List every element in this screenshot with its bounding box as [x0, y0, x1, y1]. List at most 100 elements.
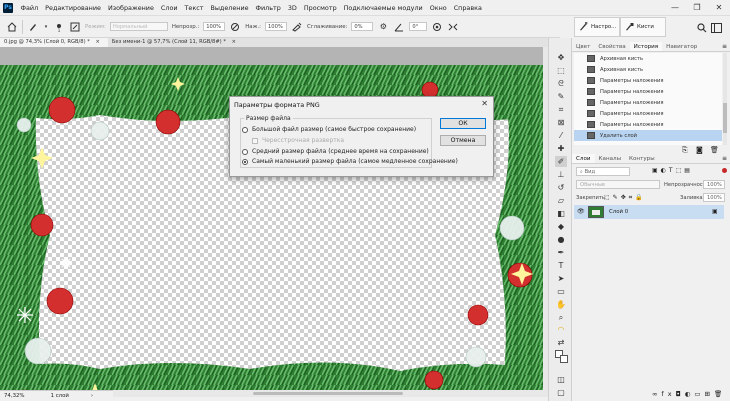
layer-name[interactable]: Слой 0: [609, 209, 628, 215]
history-item[interactable]: Архивная кисть: [574, 64, 722, 75]
search-icon[interactable]: [697, 23, 707, 33]
menu-window[interactable]: Окно: [426, 4, 450, 12]
hand-tool-icon[interactable]: ✋: [555, 299, 567, 310]
menu-edit[interactable]: Редактирование: [42, 4, 105, 12]
blend-mode-select[interactable]: Обычные: [576, 180, 660, 189]
brush-tool-icon[interactable]: ✐: [555, 156, 567, 167]
brushes-panel-button[interactable]: Кисти: [620, 17, 666, 37]
lock-all-icon[interactable]: 🔒: [635, 194, 645, 201]
marquee-tool-icon[interactable]: ⬚: [555, 65, 567, 76]
zoom-tool-icon[interactable]: ⌕: [555, 312, 567, 323]
visibility-eye-icon[interactable]: 👁: [577, 208, 585, 215]
cancel-button[interactable]: Отмена: [440, 135, 486, 146]
scroll-thumb[interactable]: [253, 392, 403, 395]
history-item[interactable]: Параметры наложения: [574, 108, 722, 119]
tab-paths[interactable]: Контуры: [625, 154, 659, 163]
history-item[interactable]: Параметры наложения: [574, 86, 722, 97]
medium-file-radio[interactable]: Средний размер файла (среднее время на с…: [242, 148, 429, 155]
history-item[interactable]: Параметры наложения: [574, 97, 722, 108]
move-tool-icon[interactable]: ✥: [555, 52, 567, 63]
status-menu-arrow[interactable]: ›: [87, 393, 97, 399]
adjustment-filter-icon[interactable]: ◐: [661, 167, 669, 174]
radio-label[interactable]: Большой файл размер (самое быстрое сохра…: [252, 126, 416, 133]
background-color-swatch[interactable]: [560, 355, 568, 363]
menu-select[interactable]: Выделение: [207, 4, 252, 12]
airbrush-icon[interactable]: [291, 21, 303, 33]
history-item[interactable]: Параметры наложения: [574, 119, 722, 130]
tab-navigator[interactable]: Навигатор: [662, 42, 701, 51]
history-item[interactable]: Параметры наложения: [574, 75, 722, 86]
menu-view[interactable]: Просмотр: [300, 4, 340, 12]
zoom-readout[interactable]: 74,32%: [0, 393, 29, 399]
camera-icon[interactable]: ◙: [696, 146, 703, 154]
radio-indicator-checked[interactable]: [242, 158, 248, 165]
chevron-down-icon[interactable]: ▾: [43, 21, 49, 33]
menu-file[interactable]: Файл: [17, 4, 42, 12]
adjustment-layer-icon[interactable]: ◐: [685, 390, 695, 398]
layer-opacity-field[interactable]: 100%: [703, 180, 725, 189]
menu-layers[interactable]: Слои: [157, 4, 181, 12]
brush-tool-icon[interactable]: [27, 21, 39, 33]
frame-tool-icon[interactable]: ⊠: [555, 117, 567, 128]
pixel-filter-icon[interactable]: ▣: [652, 167, 661, 174]
screen-mode-icon[interactable]: ▢: [555, 387, 567, 398]
angle-field[interactable]: 0°: [409, 22, 428, 31]
trash-icon[interactable]: 🗑: [710, 146, 719, 154]
radio-label[interactable]: Средний размер файла (среднее время на с…: [252, 148, 429, 155]
path-select-tool-icon[interactable]: ➤: [555, 273, 567, 284]
menu-plugins[interactable]: Подключаемые модули: [340, 4, 426, 12]
layer-filter-select[interactable]: ⌕ Вид: [576, 167, 630, 176]
fx-icon[interactable]: fx: [661, 390, 675, 398]
tab-color[interactable]: Цвет: [572, 42, 594, 51]
banana-icon[interactable]: ◠: [555, 324, 567, 335]
gradient-tool-icon[interactable]: ◧: [555, 208, 567, 219]
quick-select-tool-icon[interactable]: ✎: [555, 91, 567, 102]
tab-close-icon[interactable]: ×: [232, 39, 236, 45]
smallest-file-radio[interactable]: Самый маленький размер файла (самое медл…: [242, 158, 458, 165]
workspace-icon[interactable]: [711, 23, 722, 33]
tab-history[interactable]: История: [629, 42, 663, 51]
menu-filter[interactable]: Фильтр: [252, 4, 284, 12]
pen-tool-icon[interactable]: ✒: [555, 247, 567, 258]
history-scrollbar[interactable]: [723, 53, 727, 145]
pressure-field[interactable]: 100%: [265, 22, 287, 31]
large-file-radio[interactable]: Большой файл размер (самое быстрое сохра…: [242, 126, 416, 133]
shape-filter-icon[interactable]: ⬚: [676, 167, 685, 174]
lock-transparency-icon[interactable]: ⬚: [604, 194, 613, 201]
dodge-tool-icon[interactable]: ●: [555, 234, 567, 245]
tab-document-1[interactable]: Без имени-1 @ 57,7% (Слой 11, RGB/8#) * …: [108, 38, 244, 47]
radio-indicator[interactable]: [242, 148, 248, 155]
tab-document-0[interactable]: 0.jpg @ 74,3% (Слой 0, RGB/8) * ×: [0, 38, 108, 47]
history-item[interactable]: Архивная кисть: [574, 53, 722, 64]
tab-close-icon[interactable]: ×: [96, 39, 100, 45]
radio-indicator[interactable]: [242, 126, 248, 133]
pressure-size-icon[interactable]: [431, 21, 443, 33]
eraser-tool-icon[interactable]: ▱: [555, 195, 567, 206]
menu-text[interactable]: Текст: [181, 4, 207, 12]
panel-menu-icon[interactable]: ≡: [722, 43, 727, 50]
fill-field[interactable]: 100%: [703, 193, 725, 202]
smart-object-filter-icon[interactable]: ▤: [684, 167, 693, 174]
mask-icon[interactable]: ◘: [676, 390, 685, 398]
type-tool-icon[interactable]: T: [555, 260, 567, 271]
healing-tool-icon[interactable]: ✚: [555, 143, 567, 154]
panel-menu-icon[interactable]: ≡: [722, 155, 727, 162]
trash-icon[interactable]: 🗑: [714, 390, 726, 398]
brush-size-icon[interactable]: 1: [53, 21, 65, 33]
brush-panel-icon[interactable]: [69, 21, 81, 33]
quick-mask-icon[interactable]: ◫: [555, 374, 567, 385]
history-brush-tool-icon[interactable]: ↺: [555, 182, 567, 193]
restore-button[interactable]: ❐: [686, 0, 708, 16]
layer-row[interactable]: 👁 Слой 0 ▣: [574, 205, 724, 219]
symmetry-icon[interactable]: [447, 21, 459, 33]
mode-select[interactable]: Нормальный: [109, 22, 168, 31]
crop-tool-icon[interactable]: ⌗: [555, 104, 567, 115]
menu-image[interactable]: Изображение: [104, 4, 157, 12]
link-layers-icon[interactable]: ∞: [652, 390, 661, 398]
lock-pixels-icon[interactable]: ✎: [613, 194, 621, 201]
pressure-opacity-icon[interactable]: [229, 21, 241, 33]
tab-layers[interactable]: Слои: [572, 154, 595, 163]
swap-colors-icon[interactable]: ⇄: [555, 337, 567, 348]
brush-settings-panel-button[interactable]: Настро...: [574, 17, 620, 37]
scroll-thumb[interactable]: [723, 103, 727, 133]
